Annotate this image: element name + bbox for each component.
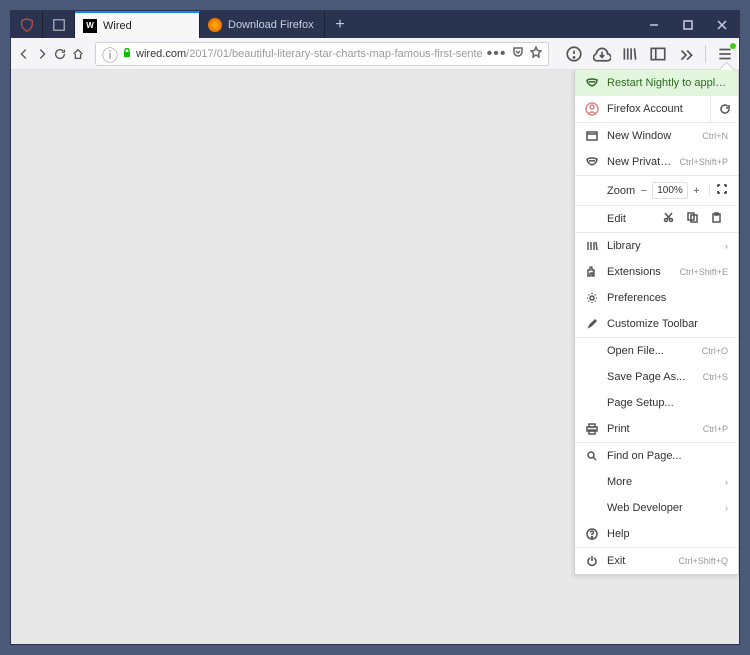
- menu-find[interactable]: Find on Page...: [575, 443, 738, 469]
- menu-print[interactable]: Print Ctrl+P: [575, 416, 738, 442]
- browser-window: W Wired Download Firefox + ⓘ wired.com/2…: [10, 10, 740, 645]
- menu-page-setup[interactable]: Page Setup...: [575, 390, 738, 416]
- menu-restart-update[interactable]: Restart Nightly to apply the update: [575, 70, 738, 96]
- lock-icon: [122, 45, 132, 63]
- menu-account-row: Firefox Account: [575, 96, 738, 123]
- help-icon: [585, 528, 599, 540]
- power-icon: [585, 555, 599, 567]
- tab-active[interactable]: W Wired: [75, 11, 200, 38]
- tab-inactive[interactable]: Download Firefox: [200, 11, 325, 38]
- window-icon: [585, 130, 599, 142]
- edit-label: Edit: [585, 213, 656, 225]
- search-icon: [585, 450, 599, 462]
- menu-zoom-row: Zoom − 100% +: [575, 175, 738, 206]
- library-icon[interactable]: [621, 45, 639, 63]
- menu-open-file[interactable]: Open File... Ctrl+O: [575, 338, 738, 364]
- menu-edit-row: Edit: [575, 206, 738, 233]
- sync-button[interactable]: [710, 96, 738, 122]
- copy-button[interactable]: [680, 212, 704, 226]
- chevron-right-icon: ›: [725, 241, 728, 251]
- avatar-icon: [585, 102, 599, 116]
- titlebar: W Wired Download Firefox +: [11, 11, 739, 38]
- new-tab-button[interactable]: +: [325, 11, 355, 38]
- content-area: Restart Nightly to apply the update Fire…: [11, 70, 739, 644]
- app-menu-panel: Restart Nightly to apply the update Fire…: [574, 70, 739, 575]
- menu-new-private-window[interactable]: New Private Window Ctrl+Shift+P: [575, 149, 738, 175]
- mask-icon: [585, 77, 599, 89]
- zoom-out-button[interactable]: −: [635, 185, 652, 197]
- url-text: wired.com/2017/01/beautiful-literary-sta…: [136, 48, 483, 60]
- back-button[interactable]: [17, 42, 31, 66]
- toolbar-right: [559, 45, 740, 63]
- menu-library[interactable]: Library ›: [575, 233, 738, 259]
- menu-web-developer[interactable]: Web Developer ›: [575, 495, 738, 521]
- gear-icon: [585, 292, 599, 304]
- zoom-value: 100%: [652, 182, 688, 199]
- hamburger-menu-button[interactable]: [716, 45, 734, 63]
- puzzle-icon: [585, 266, 599, 278]
- mask-icon: [585, 156, 599, 168]
- forward-button[interactable]: [35, 42, 49, 66]
- menu-extensions[interactable]: Extensions Ctrl+Shift+E: [575, 259, 738, 285]
- pinned-tab-2[interactable]: [43, 11, 75, 38]
- downloads-icon[interactable]: [593, 45, 611, 63]
- chevron-right-icon: ›: [725, 503, 728, 513]
- overflow-icon[interactable]: [677, 45, 695, 63]
- menu-more[interactable]: More ›: [575, 469, 738, 495]
- paintbrush-icon: [585, 318, 599, 330]
- sidebar-icon[interactable]: [649, 45, 667, 63]
- wired-favicon: W: [83, 19, 97, 33]
- cut-button[interactable]: [656, 212, 680, 226]
- page-actions-icon[interactable]: •••: [487, 45, 507, 63]
- maximize-button[interactable]: [671, 11, 705, 38]
- bookmark-star-icon[interactable]: [530, 45, 542, 63]
- update-badge: [730, 43, 736, 49]
- tab-label: Download Firefox: [228, 19, 314, 31]
- reload-button[interactable]: [53, 42, 67, 66]
- menu-help[interactable]: Help: [575, 521, 738, 547]
- menu-customize[interactable]: Customize Toolbar: [575, 311, 738, 337]
- paste-button[interactable]: [704, 212, 728, 226]
- pocket-icon[interactable]: [512, 45, 524, 63]
- toolbar: ⓘ wired.com/2017/01/beautiful-literary-s…: [11, 38, 739, 70]
- menu-firefox-account[interactable]: Firefox Account: [575, 96, 710, 122]
- zoom-in-button[interactable]: +: [688, 185, 705, 197]
- home-button[interactable]: [71, 42, 85, 66]
- shield-icon: [20, 18, 34, 32]
- tab-label: Wired: [103, 20, 132, 32]
- info-icon[interactable]: ⓘ: [102, 42, 118, 66]
- box-icon: [52, 18, 66, 32]
- chevron-right-icon: ›: [725, 477, 728, 487]
- firefox-favicon: [208, 18, 222, 32]
- minimize-button[interactable]: [637, 11, 671, 38]
- pinned-tab-1[interactable]: [11, 11, 43, 38]
- window-controls: [637, 11, 739, 38]
- menu-save-page[interactable]: Save Page As... Ctrl+S: [575, 364, 738, 390]
- fullscreen-button[interactable]: [709, 184, 728, 197]
- library-icon: [585, 240, 599, 252]
- zoom-label: Zoom: [585, 185, 635, 197]
- url-bar[interactable]: ⓘ wired.com/2017/01/beautiful-literary-s…: [95, 42, 549, 66]
- close-button[interactable]: [705, 11, 739, 38]
- menu-new-window[interactable]: New Window Ctrl+N: [575, 123, 738, 149]
- menu-exit[interactable]: Exit Ctrl+Shift+Q: [575, 548, 738, 574]
- permissions-icon[interactable]: [565, 45, 583, 63]
- printer-icon: [585, 423, 599, 435]
- tab-strip: W Wired Download Firefox +: [11, 11, 637, 38]
- menu-preferences[interactable]: Preferences: [575, 285, 738, 311]
